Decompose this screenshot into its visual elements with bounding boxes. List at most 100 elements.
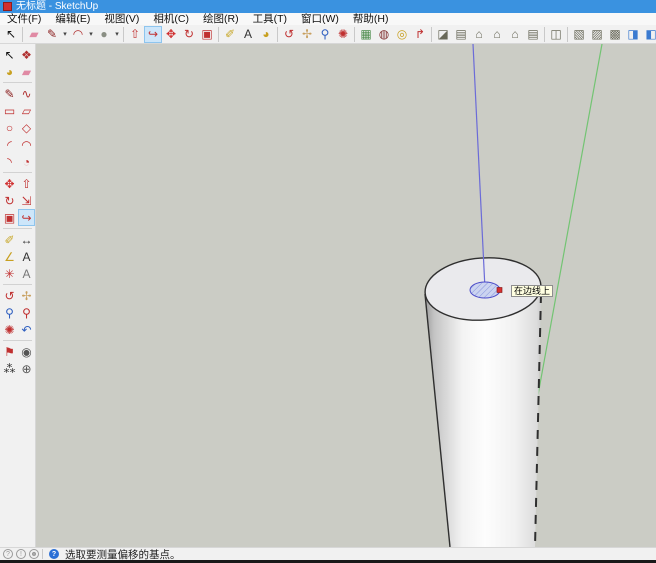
section-display-icon[interactable]: ▧ <box>570 26 588 43</box>
iso-view-icon[interactable]: ◪ <box>434 26 452 43</box>
arc-tools-icon[interactable]: ◠ <box>69 26 87 43</box>
menu-item-7[interactable]: 帮助(H) <box>346 13 396 25</box>
section-plane-tool-icon[interactable]: ⊕ <box>18 360 35 377</box>
front-view-icon[interactable]: ⌂ <box>470 26 488 43</box>
inference-point <box>497 288 502 293</box>
inference-tooltip: 在边线上 <box>511 285 553 297</box>
status-bar: ?!☻? 选取要测量偏移的基点。 <box>0 547 656 560</box>
eraser-tool-icon[interactable]: ▰ <box>25 26 43 43</box>
toolbar-separator <box>277 27 278 42</box>
signin-status-icon[interactable]: ☻ <box>29 549 39 559</box>
share-model-icon[interactable]: ↱ <box>411 26 429 43</box>
pan-tool-icon[interactable]: ✢ <box>298 26 316 43</box>
menu-item-6[interactable]: 窗口(W) <box>294 13 346 25</box>
protractor-tool-icon[interactable]: ∠ <box>1 248 18 265</box>
polygon-tool-icon[interactable]: ◇ <box>18 119 35 136</box>
tape-measure-tool-icon[interactable]: ✐ <box>221 26 239 43</box>
geolocation-status-icon[interactable]: ? <box>3 549 13 559</box>
back-view-icon[interactable]: ▤ <box>524 26 542 43</box>
toolbar-separator <box>123 27 124 42</box>
scale-tool-icon[interactable]: ⇲ <box>18 192 35 209</box>
toolbar-separator <box>1 282 35 287</box>
offset-tool-icon[interactable]: ▣ <box>198 26 216 43</box>
menu-item-0[interactable]: 文件(F) <box>0 13 48 25</box>
rotated-rectangle-tool-icon[interactable]: ▱ <box>18 102 35 119</box>
menu-item-5[interactable]: 工具(T) <box>246 13 294 25</box>
follow-me-tool-icon[interactable]: ↪ <box>18 209 35 226</box>
title-bar: 无标题 - SketchUp <box>0 0 656 13</box>
texture-icon[interactable]: ▦ <box>357 26 375 43</box>
zoom-tool-icon[interactable]: ⚲ <box>316 26 334 43</box>
eraser-tool-icon[interactable]: ▰ <box>18 63 35 80</box>
three-point-arc-tool-icon[interactable]: ◝ <box>1 153 18 170</box>
zoom-extents-icon[interactable]: ✺ <box>1 321 18 338</box>
face-style-icon[interactable]: ◎ <box>393 26 411 43</box>
select-tool-icon[interactable]: ↖ <box>2 26 20 43</box>
offset-tool-icon[interactable]: ▣ <box>1 209 18 226</box>
push-pull-tool-icon[interactable]: ⇧ <box>18 175 35 192</box>
pan-tool-icon[interactable]: ✢ <box>18 287 35 304</box>
position-camera-tool-icon[interactable]: ⚑ <box>1 343 18 360</box>
move-tool-icon[interactable]: ✥ <box>1 175 18 192</box>
section-cuts-icon[interactable]: ▨ <box>588 26 606 43</box>
two-point-arc-tool-icon[interactable]: ◠ <box>18 136 35 153</box>
model-view <box>36 44 656 547</box>
rotate-tool-icon[interactable]: ↻ <box>1 192 18 209</box>
push-pull-tool-icon[interactable]: ⇧ <box>126 26 144 43</box>
line-tool-icon[interactable]: ✎ <box>43 26 61 43</box>
text-tool-icon[interactable]: A <box>18 248 35 265</box>
zoom-window-tool-icon[interactable]: ⚲ <box>18 304 35 321</box>
tape-measure-tool-icon[interactable]: ✐ <box>1 231 18 248</box>
walk-tool-icon[interactable]: ⁂ <box>1 360 18 377</box>
previous-view-icon[interactable]: ↶ <box>18 321 35 338</box>
section-fill-icon[interactable]: ▩ <box>606 26 624 43</box>
axes-tool-icon[interactable]: ✳ <box>1 265 18 282</box>
move-tool-icon[interactable]: ✥ <box>162 26 180 43</box>
styles-icon[interactable]: ◍ <box>375 26 393 43</box>
rotate-tool-icon[interactable]: ↻ <box>180 26 198 43</box>
menu-item-3[interactable]: 相机(C) <box>146 13 196 25</box>
orbit-tool-icon[interactable]: ↺ <box>280 26 298 43</box>
help-status-icon[interactable]: ? <box>49 549 59 559</box>
toolbar-separator <box>544 27 545 42</box>
menu-item-2[interactable]: 视图(V) <box>97 13 146 25</box>
zoom-extents-icon[interactable]: ✺ <box>334 26 352 43</box>
section-side-icon[interactable]: ◧ <box>642 26 656 43</box>
cylinder-body[interactable] <box>425 294 541 547</box>
section-plane-icon[interactable]: ◫ <box>547 26 565 43</box>
paint-bucket-tool-icon[interactable]: ◕ <box>257 26 275 43</box>
blue-axis-line <box>473 44 485 289</box>
zoom-tool-icon[interactable]: ⚲ <box>1 304 18 321</box>
orbit-tool-icon[interactable]: ↺ <box>1 287 18 304</box>
circle-tool-icon[interactable]: ○ <box>1 119 18 136</box>
credits-status-icon[interactable]: ! <box>16 549 26 559</box>
select-tool-icon[interactable]: ↖ <box>1 46 18 63</box>
top-view-icon[interactable]: ▤ <box>452 26 470 43</box>
look-around-tool-icon[interactable]: ◉ <box>18 343 35 360</box>
toolbar-separator <box>354 27 355 42</box>
follow-me-tool-icon[interactable]: ↪ <box>144 26 162 43</box>
menu-item-4[interactable]: 绘图(R) <box>196 13 246 25</box>
make-component-icon[interactable]: ❖ <box>18 46 35 63</box>
arc-tools-dropdown-icon[interactable]: ▾ <box>87 30 95 38</box>
menu-item-1[interactable]: 编辑(E) <box>48 13 97 25</box>
toolbar-separator <box>218 27 219 42</box>
shape-tools-icon[interactable]: ● <box>95 26 113 43</box>
top-toolbar: ↖▰✎▾◠▾●▾⇧↪✥↻▣✐A◕↺✢⚲✺▦◍◎↱◪▤⌂⌂⌂▤◫▧▨▩◨◧ <box>0 25 656 44</box>
arc-tool-icon[interactable]: ◜ <box>1 136 18 153</box>
shape-tools-dropdown-icon[interactable]: ▾ <box>113 30 121 38</box>
left-view-icon[interactable]: ⌂ <box>506 26 524 43</box>
drawing-canvas[interactable]: 在边线上 <box>36 44 656 547</box>
dimension-tool-icon[interactable]: ↔ <box>18 231 35 248</box>
line-tool-dropdown-icon[interactable]: ▾ <box>61 30 69 38</box>
line-tool-icon[interactable]: ✎ <box>1 85 18 102</box>
selected-circle[interactable] <box>470 282 500 298</box>
section-back-icon[interactable]: ◨ <box>624 26 642 43</box>
pie-tool-icon[interactable]: ◔ <box>18 153 35 170</box>
right-view-icon[interactable]: ⌂ <box>488 26 506 43</box>
text-tool-icon[interactable]: A <box>239 26 257 43</box>
freehand-tool-icon[interactable]: ∿ <box>18 85 35 102</box>
rectangle-tool-icon[interactable]: ▭ <box>1 102 18 119</box>
threed-text-tool-icon[interactable]: A <box>18 265 35 282</box>
paint-bucket-tool-icon[interactable]: ◕ <box>1 63 18 80</box>
